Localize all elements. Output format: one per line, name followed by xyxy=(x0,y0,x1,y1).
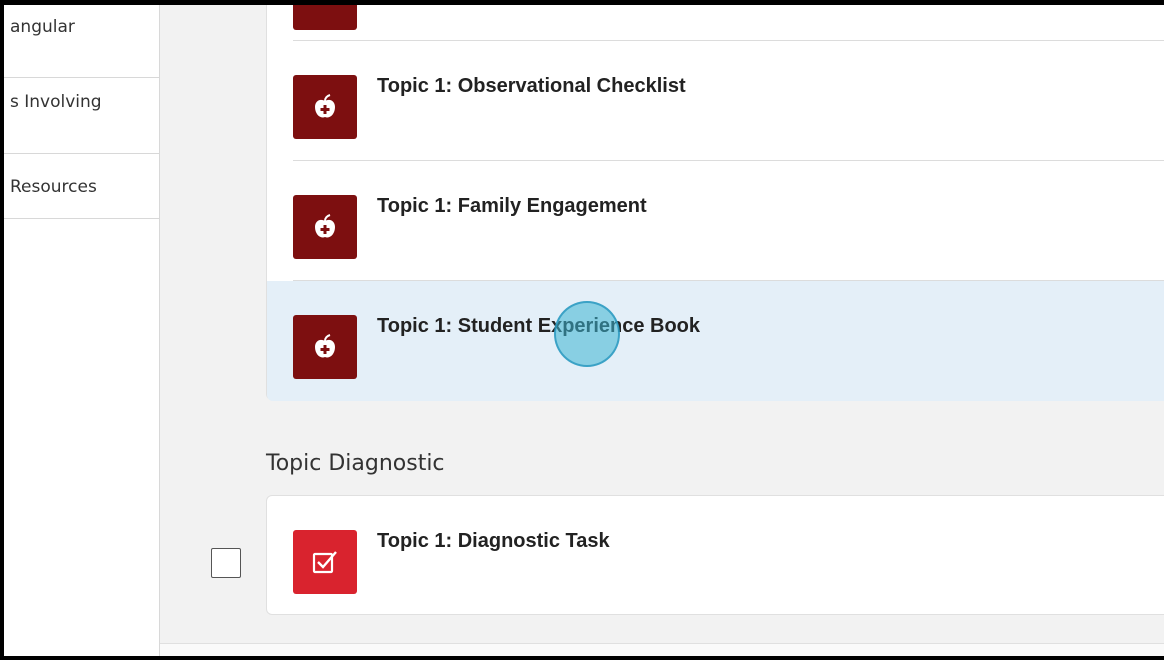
apple-icon xyxy=(293,195,357,259)
resource-title-link[interactable]: Topic 1: Student Experience Book xyxy=(377,315,700,338)
sidebar: angular s Involving Resources xyxy=(4,5,160,656)
app-screen: angular s Involving Resources Topic 1: O… xyxy=(4,5,1164,656)
select-checkbox[interactable] xyxy=(211,548,241,578)
sidebar-item-resources[interactable]: Resources xyxy=(4,155,159,219)
sidebar-item-label: Resources xyxy=(10,177,97,197)
sidebar-item-label: angular xyxy=(10,17,75,37)
apple-plus-glyph xyxy=(315,214,335,238)
diagnostic-card: Topic 1: Diagnostic Task xyxy=(266,495,1164,615)
resource-title-link[interactable]: Topic 1: Observational Checklist xyxy=(377,75,686,98)
bottom-bar xyxy=(160,643,1164,656)
apple-plus-glyph xyxy=(315,334,335,358)
sidebar-item-angular[interactable]: angular xyxy=(4,5,159,78)
list-item[interactable]: Topic 1: Observational Checklist xyxy=(267,41,1164,161)
checkbox-icon xyxy=(293,530,357,594)
sidebar-item-label: s Involving xyxy=(10,92,102,112)
list-item-top xyxy=(267,5,1164,41)
resources-card: Topic 1: Observational Checklist Topic 1… xyxy=(266,5,1164,401)
apple-plus-glyph xyxy=(315,94,335,118)
apple-icon xyxy=(293,75,357,139)
diagnostic-title-link[interactable]: Topic 1: Diagnostic Task xyxy=(377,530,610,553)
list-item[interactable]: Topic 1: Family Engagement xyxy=(267,161,1164,281)
checkbox-glyph xyxy=(312,551,337,574)
apple-icon xyxy=(293,315,357,379)
list-item-active[interactable]: Topic 1: Student Experience Book xyxy=(267,281,1164,401)
sidebar-item-involving[interactable]: s Involving xyxy=(4,79,159,154)
section-heading: Topic Diagnostic xyxy=(266,451,445,476)
list-item[interactable]: Topic 1: Diagnostic Task xyxy=(267,496,1164,614)
resource-title-link[interactable]: Topic 1: Family Engagement xyxy=(377,195,647,218)
